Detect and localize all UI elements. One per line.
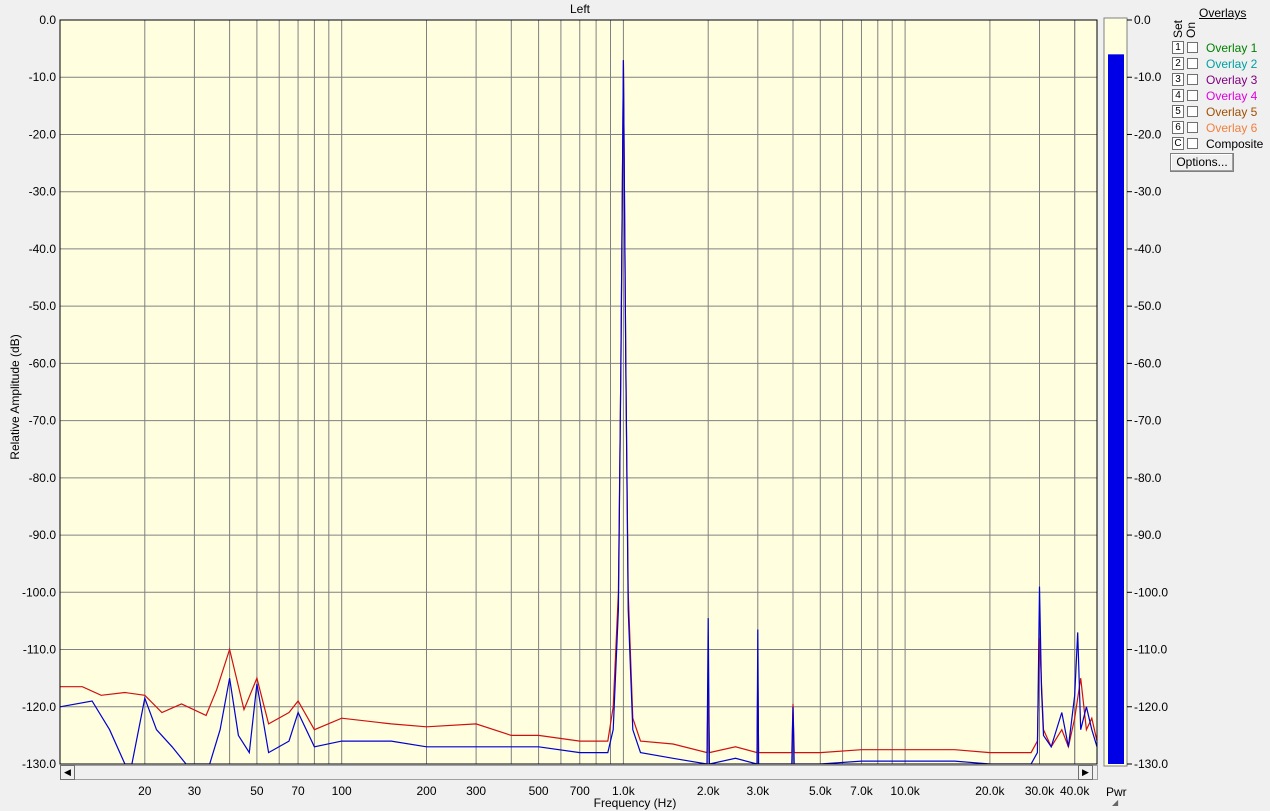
meter-tick-label: 0.0: [1134, 13, 1151, 27]
x-tick-label: 30.0k: [1025, 784, 1055, 798]
overlay-row: 4 Overlay 4: [1172, 88, 1270, 104]
overlay-label: Overlay 2: [1206, 57, 1258, 71]
x-tick-label: 3.0k: [746, 784, 770, 798]
x-tick-label: 50: [250, 784, 264, 798]
overlay-label: Composite: [1206, 137, 1264, 151]
overlay-set-button[interactable]: 5: [1172, 105, 1184, 118]
overlay-on-checkbox[interactable]: [1187, 106, 1198, 117]
y-tick-label: -50.0: [29, 299, 57, 313]
overlay-row: 6 Overlay 6: [1172, 120, 1270, 136]
meter-bar: [1108, 54, 1124, 765]
overlay-on-checkbox[interactable]: [1187, 90, 1198, 101]
meter-label: Pwr: [1106, 785, 1127, 799]
meter-tick-label: -110.0: [1134, 643, 1167, 657]
set-column-label: Set: [1171, 19, 1185, 38]
overlay-row: 3 Overlay 3: [1172, 72, 1270, 88]
overlay-on-checkbox[interactable]: [1187, 58, 1198, 69]
overlay-label: Overlay 1: [1206, 41, 1258, 55]
overlay-set-button[interactable]: 1: [1172, 41, 1184, 54]
x-tick-label: 7.0k: [850, 784, 874, 798]
overlay-set-button[interactable]: 2: [1172, 57, 1184, 70]
overlay-label: Overlay 4: [1206, 89, 1258, 103]
y-tick-label: -120.0: [22, 700, 56, 714]
plot-area: [59, 19, 1098, 765]
meter-tick-label: -70.0: [1134, 414, 1162, 428]
x-tick-label: 30: [188, 784, 202, 798]
overlay-set-button[interactable]: 4: [1172, 89, 1184, 102]
scroll-right-button[interactable]: ▶: [1078, 765, 1093, 780]
on-column-label: On: [1184, 21, 1198, 38]
overlay-label: Overlay 6: [1206, 121, 1258, 135]
x-tick-label: 70: [291, 784, 305, 798]
x-tick-label: 40.0k: [1060, 784, 1090, 798]
y-tick-label: 0.0: [39, 13, 56, 27]
y-tick-label: -30.0: [29, 185, 57, 199]
x-tick-label: 5.0k: [809, 784, 833, 798]
overlay-set-button[interactable]: C: [1172, 137, 1184, 150]
overlay-on-checkbox[interactable]: [1187, 42, 1198, 53]
y-tick-label: -70.0: [29, 414, 57, 428]
overlay-label: Overlay 5: [1206, 105, 1258, 119]
y-tick-label: -10.0: [29, 70, 57, 84]
overlays-title: Overlays: [1199, 6, 1247, 20]
y-tick-label: -100.0: [22, 585, 56, 599]
x-tick-label: 10.0k: [890, 784, 920, 798]
x-tick-label: 200: [416, 784, 436, 798]
y-tick-label: -90.0: [29, 528, 57, 542]
overlay-label: Overlay 3: [1206, 73, 1258, 87]
overlay-row: 2 Overlay 2: [1172, 56, 1270, 72]
horizontal-scrollbar[interactable]: [60, 765, 1098, 780]
x-tick-label: 20: [138, 784, 152, 798]
overlay-on-checkbox[interactable]: [1187, 138, 1198, 149]
meter-tick-label: -20.0: [1134, 127, 1162, 141]
scroll-left-button[interactable]: ◀: [60, 765, 75, 780]
y-tick-label: -40.0: [29, 242, 57, 256]
x-tick-label: 500: [529, 784, 549, 798]
overlay-row: 5 Overlay 5: [1172, 104, 1270, 120]
x-tick-label: 20.0k: [975, 784, 1005, 798]
meter-tick-label: -100.0: [1134, 585, 1168, 599]
overlay-set-button[interactable]: 6: [1172, 121, 1184, 134]
meter-tick-label: -60.0: [1134, 356, 1162, 370]
meter-tick-label: -30.0: [1134, 185, 1162, 199]
meter-tick-label: -120.0: [1134, 700, 1168, 714]
overlay-on-checkbox[interactable]: [1187, 122, 1198, 133]
chart-title: Left: [569, 2, 590, 16]
overlay-set-button[interactable]: 3: [1172, 73, 1184, 86]
meter-tick-label: -10.0: [1134, 70, 1162, 84]
x-axis-label: Frequency (Hz): [593, 796, 677, 810]
meter-tick-label: -80.0: [1134, 471, 1162, 485]
x-tick-label: 300: [466, 784, 486, 798]
overlay-on-checkbox[interactable]: [1187, 74, 1198, 85]
y-tick-label: -20.0: [29, 127, 57, 141]
overlay-row: 1 Overlay 1: [1172, 40, 1270, 56]
meter-tick-label: -130.0: [1134, 757, 1168, 771]
resize-grip-icon[interactable]: ◢: [1112, 798, 1118, 807]
y-tick-label: -110.0: [23, 643, 56, 657]
y-tick-label: -130.0: [22, 757, 56, 771]
y-tick-label: -80.0: [29, 471, 57, 485]
y-axis-label: Relative Amplitude (dB): [8, 334, 22, 460]
overlay-row: C Composite: [1172, 136, 1270, 152]
meter-tick-label: -90.0: [1134, 528, 1162, 542]
meter-tick-label: -50.0: [1134, 299, 1162, 313]
meter-tick-label: -40.0: [1134, 242, 1162, 256]
options-button[interactable]: Options...: [1170, 153, 1234, 172]
y-tick-label: -60.0: [29, 356, 57, 370]
spectrum-chart: 0.0 -10.0 -20.0 -30.0 -40.0 -50.0 -60.0 -70.0 -8…: [22, 13, 1168, 798]
x-tick-label: 100: [332, 784, 352, 798]
